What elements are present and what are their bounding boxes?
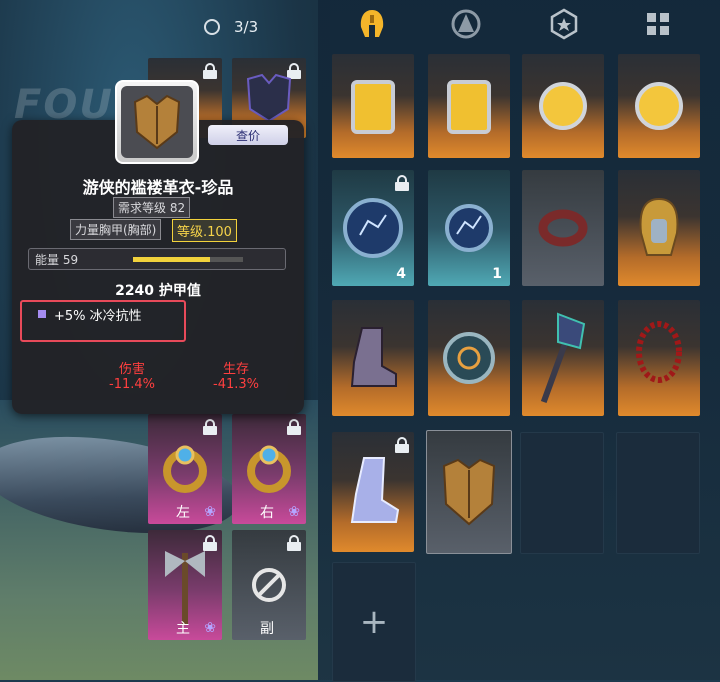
stat-survival-label: 生存 — [222, 362, 249, 377]
equip-slot-off-hand[interactable]: 副 — [232, 530, 306, 640]
inventory-slot[interactable] — [522, 54, 604, 158]
energy-track — [133, 257, 243, 262]
lock-icon — [395, 175, 409, 191]
gold-helmet-icon — [639, 197, 679, 256]
gold-orb-icon — [539, 82, 587, 130]
lock-icon — [287, 419, 301, 435]
boot-icon — [350, 327, 397, 387]
item-type: 力量胸甲(胸部) — [70, 219, 162, 240]
inventory-slot[interactable]: 4 — [332, 170, 414, 286]
inventory-slot[interactable] — [522, 300, 604, 416]
helmet-icon — [360, 10, 384, 37]
page-counter: 3/3 — [204, 18, 258, 36]
affix-bullet-icon — [38, 310, 46, 318]
inventory-slot[interactable] — [332, 432, 414, 552]
axe-icon — [165, 551, 205, 625]
inventory-slot[interactable] — [332, 300, 414, 416]
hand-label-right: 右 — [260, 505, 274, 521]
plus-icon: + — [359, 602, 389, 642]
ring-icon — [163, 445, 207, 493]
energy-fill — [133, 257, 210, 262]
gold-orb-icon — [635, 82, 683, 130]
leather-armor-icon — [442, 458, 496, 526]
constellation-disc-icon — [445, 204, 493, 252]
check-price-button[interactable]: 查价 — [208, 125, 288, 145]
lotus-icon: ❀ — [288, 504, 300, 520]
affix-highlight: +5% 冰冷抗性 — [20, 300, 186, 342]
inventory-slot[interactable] — [428, 54, 510, 158]
item-requirement: 需求等级 82 — [113, 197, 191, 218]
tab-helmet[interactable] — [352, 4, 392, 44]
dark-armor-icon — [246, 73, 292, 123]
lock-icon — [203, 419, 217, 435]
add-slot-button[interactable]: + — [332, 562, 416, 682]
inventory-slot[interactable] — [522, 170, 604, 286]
tab-grid[interactable] — [638, 4, 678, 44]
inventory-slot[interactable] — [428, 300, 510, 416]
item-tooltip-icon — [115, 80, 199, 164]
lock-icon — [203, 63, 217, 79]
inventory-slot[interactable] — [332, 54, 414, 158]
badge-icon — [550, 8, 578, 40]
leather-armor-icon — [133, 94, 181, 150]
page-counter-text: 3/3 — [234, 18, 259, 36]
equip-slot-ring-left[interactable]: 左 ❀ — [148, 414, 222, 524]
tab-badge[interactable] — [544, 4, 584, 44]
bracer-icon — [538, 209, 588, 247]
stat-damage: 伤害 -11.4% — [92, 358, 172, 392]
lock-icon — [395, 437, 409, 453]
grid-icon — [647, 13, 669, 35]
inventory-slot[interactable]: 1 — [428, 170, 510, 286]
bead-necklace-icon — [636, 321, 682, 383]
hand-label-off: 副 — [260, 621, 274, 637]
stat-survival: 生存 -41.3% — [196, 358, 276, 392]
equip-slot-main-hand[interactable]: 主 ❀ — [148, 530, 222, 640]
equip-slot-ring-right[interactable]: 右 ❀ — [232, 414, 306, 524]
lotus-icon: ❀ — [204, 620, 216, 636]
item-name: 游侠的褴褛革衣-珍品 — [82, 178, 234, 197]
lock-icon — [287, 535, 301, 551]
constellation-disc-icon — [343, 198, 403, 258]
hand-label-left: 左 — [176, 505, 190, 521]
gold-scroll-icon — [351, 80, 395, 134]
inventory-slot-empty[interactable] — [616, 432, 700, 554]
stat-survival-value: -41.3% — [213, 377, 259, 392]
inventory-slot-selected[interactable] — [426, 430, 512, 554]
affix-text: +5% 冰冷抗性 — [54, 309, 142, 324]
amulet-disc-icon — [443, 332, 495, 384]
inventory-slot[interactable] — [618, 170, 700, 286]
disabled-icon — [252, 568, 286, 602]
tab-skill[interactable] — [446, 4, 486, 44]
gold-scroll-icon — [447, 80, 491, 134]
stat-damage-label: 伤害 — [118, 362, 145, 377]
ring-icon — [247, 445, 291, 493]
skill-emblem-icon — [451, 9, 481, 39]
mace-icon — [540, 312, 586, 404]
lotus-icon: ❀ — [204, 504, 216, 520]
diamond-icon — [204, 19, 220, 35]
armor-value: 2240 护甲值 — [115, 283, 201, 299]
inventory-slot[interactable] — [618, 54, 700, 158]
energy-bar: 能量 59 — [28, 248, 286, 270]
item-count: 1 — [492, 266, 502, 282]
item-count: 4 — [396, 266, 406, 282]
item-level: 等级.100 — [172, 219, 237, 242]
inventory-slot-empty[interactable] — [520, 432, 604, 554]
stat-damage-value: -11.4% — [109, 377, 155, 392]
crystal-boot-icon — [350, 457, 400, 523]
energy-label: 能量 59 — [35, 253, 79, 267]
inventory-slot[interactable] — [618, 300, 700, 416]
hand-label-main: 主 — [176, 621, 190, 637]
